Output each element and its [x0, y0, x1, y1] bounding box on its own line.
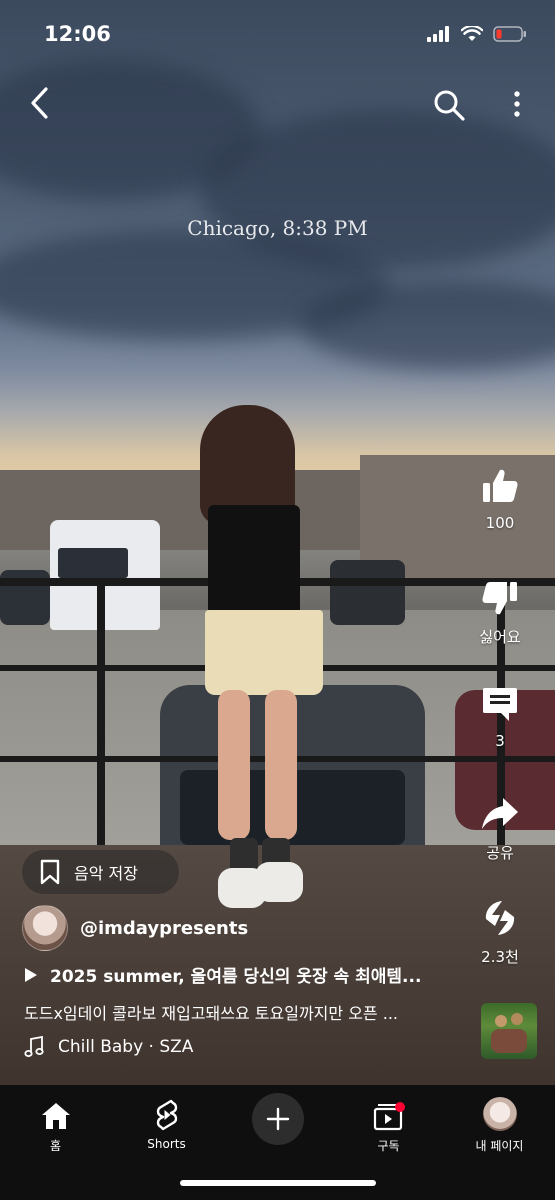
remix-button[interactable]: 2.3천 [445, 898, 555, 967]
parked-car [330, 560, 405, 625]
nav-home[interactable]: 홈 [0, 1085, 111, 1154]
channel-handle[interactable]: @imdaypresents [80, 918, 248, 939]
top-bar [0, 86, 555, 126]
more-options-button[interactable] [509, 90, 525, 122]
bookmark-icon [40, 859, 60, 885]
dislike-button[interactable]: 싫어요 [445, 578, 555, 647]
status-time: 12:06 [44, 22, 111, 46]
like-button[interactable]: 100 [445, 466, 555, 532]
chevron-left-icon [31, 87, 48, 119]
music-info[interactable]: Chill Baby · SZA [24, 1036, 193, 1058]
status-bar: 12:06 [0, 20, 555, 50]
van-window [58, 548, 128, 578]
like-count: 100 [485, 514, 515, 532]
nav-shorts[interactable]: Shorts [111, 1085, 222, 1151]
back-button[interactable] [28, 86, 52, 124]
railing [97, 580, 105, 850]
video-overlay-text: Chicago, 8:38 PM [187, 216, 368, 240]
home-icon [41, 1103, 70, 1129]
album-thumbnail[interactable] [481, 1003, 537, 1059]
save-music-button[interactable]: 음악 저장 [22, 850, 179, 894]
nav-shorts-label: Shorts [147, 1137, 186, 1151]
wifi-icon [461, 26, 483, 41]
plus-icon [266, 1107, 290, 1131]
subscriptions-icon [373, 1102, 405, 1131]
person-top [208, 505, 300, 615]
share-label: 공유 [486, 844, 514, 862]
battery-icon [493, 26, 526, 42]
music-note-icon [24, 1036, 44, 1057]
person-leg [218, 690, 250, 840]
comment-count: 3 [495, 732, 505, 750]
remix-icon [485, 901, 515, 935]
search-button[interactable] [432, 88, 466, 126]
more-vert-icon [514, 91, 520, 117]
nav-subscriptions[interactable]: 구독 [333, 1085, 444, 1154]
play-icon [25, 967, 37, 982]
nav-my-page[interactable]: 내 페이지 [444, 1085, 555, 1154]
profile-avatar [482, 1097, 517, 1131]
thumbs-down-icon [482, 582, 517, 615]
video-title-row[interactable]: 2025 summer, 올여름 당신의 옷장 속 최애템... [24, 962, 464, 987]
dislike-label: 싫어요 [479, 628, 521, 646]
cellular-signal-icon [427, 26, 449, 42]
person-leg [265, 690, 297, 840]
channel-avatar[interactable] [22, 905, 68, 951]
video-title: 2025 summer, 올여름 당신의 옷장 속 최애템... [50, 967, 422, 987]
nav-home-label: 홈 [49, 1139, 62, 1153]
shorts-icon [156, 1099, 177, 1131]
person-shoe [255, 862, 303, 902]
nav-subscriptions-label: 구독 [377, 1139, 400, 1153]
video-description[interactable]: 도드x임데이 콜라보 재입고돼쓰요 토요일까지만 오픈 ... [24, 1000, 464, 1024]
thumbs-up-icon [483, 469, 518, 502]
save-music-label: 음악 저장 [74, 864, 138, 883]
music-track: Chill Baby · SZA [58, 1037, 194, 1057]
share-icon [482, 798, 518, 829]
nav-my-page-label: 내 페이지 [475, 1139, 524, 1153]
comments-button[interactable]: 3 [445, 684, 555, 750]
status-icons [427, 26, 527, 42]
share-button[interactable]: 공유 [445, 794, 555, 863]
channel-info[interactable]: @imdaypresents [22, 905, 248, 951]
home-indicator [180, 1180, 376, 1186]
create-button[interactable] [252, 1093, 304, 1145]
comment-icon [483, 688, 517, 721]
person-skirt [205, 610, 323, 695]
search-icon [434, 90, 465, 121]
